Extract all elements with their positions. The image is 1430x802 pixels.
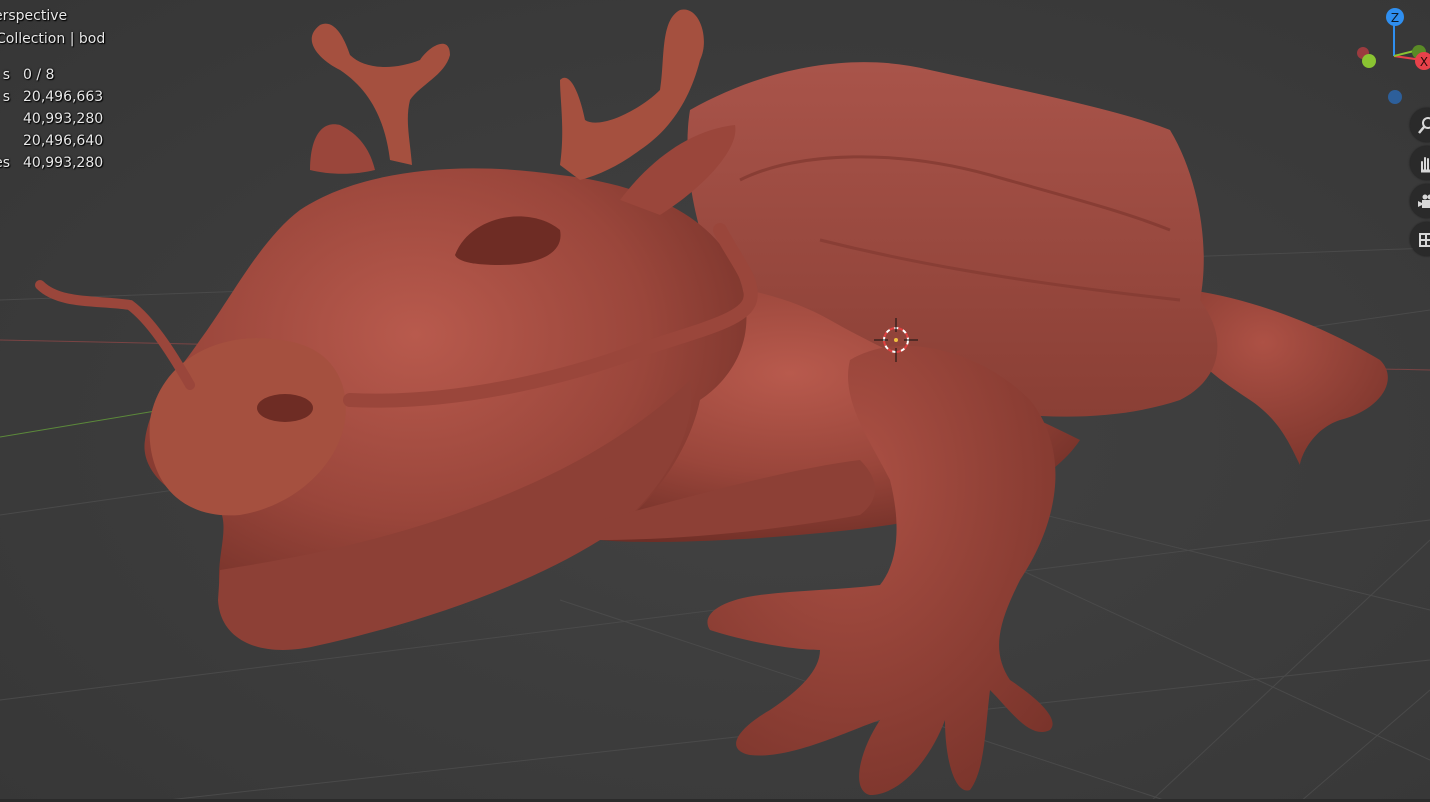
gizmo-z-label: Z [1391,11,1399,25]
hand-pan-icon [1421,157,1430,173]
camera-icon [1418,194,1430,208]
stat-label: es [0,155,10,171]
grid-ortho-icon [1419,233,1430,247]
3d-viewport[interactable]: erspective Collection | bod s 0 / 8 s 20… [0,0,1430,802]
model-back-leg [1180,290,1388,465]
model-ear-left [310,124,375,174]
zoom-icon [1418,117,1430,134]
stat-value: 40,993,280 [23,155,104,171]
stat-row: es 40,993,280 [0,152,124,174]
stat-row: 40,993,280 [0,108,124,130]
stat-row: s 0 / 8 [0,64,124,86]
viewport-scene[interactable] [0,0,1430,802]
stat-label: s [2,89,10,105]
stat-row: 20,496,640 [0,130,124,152]
stat-label: s [2,67,10,83]
gizmo-x-label: X [1420,55,1428,69]
stat-value: 20,496,640 [23,133,104,149]
statistics-overlay: s 0 / 8 s 20,496,663 40,993,280 20,496,6… [0,64,124,174]
stat-row: s 20,496,663 [0,86,124,108]
stat-value: 0 / 8 [23,67,55,83]
gizmo-neg-z-icon[interactable] [1388,90,1402,104]
view-mode-label: erspective [0,8,68,24]
collection-label: Collection | bod [0,31,106,47]
stat-value: 20,496,663 [23,89,104,105]
stat-value: 40,993,280 [23,111,104,127]
navigation-gizmo[interactable]: Z X [1340,0,1430,110]
gizmo-neg-y-icon[interactable] [1362,54,1376,68]
